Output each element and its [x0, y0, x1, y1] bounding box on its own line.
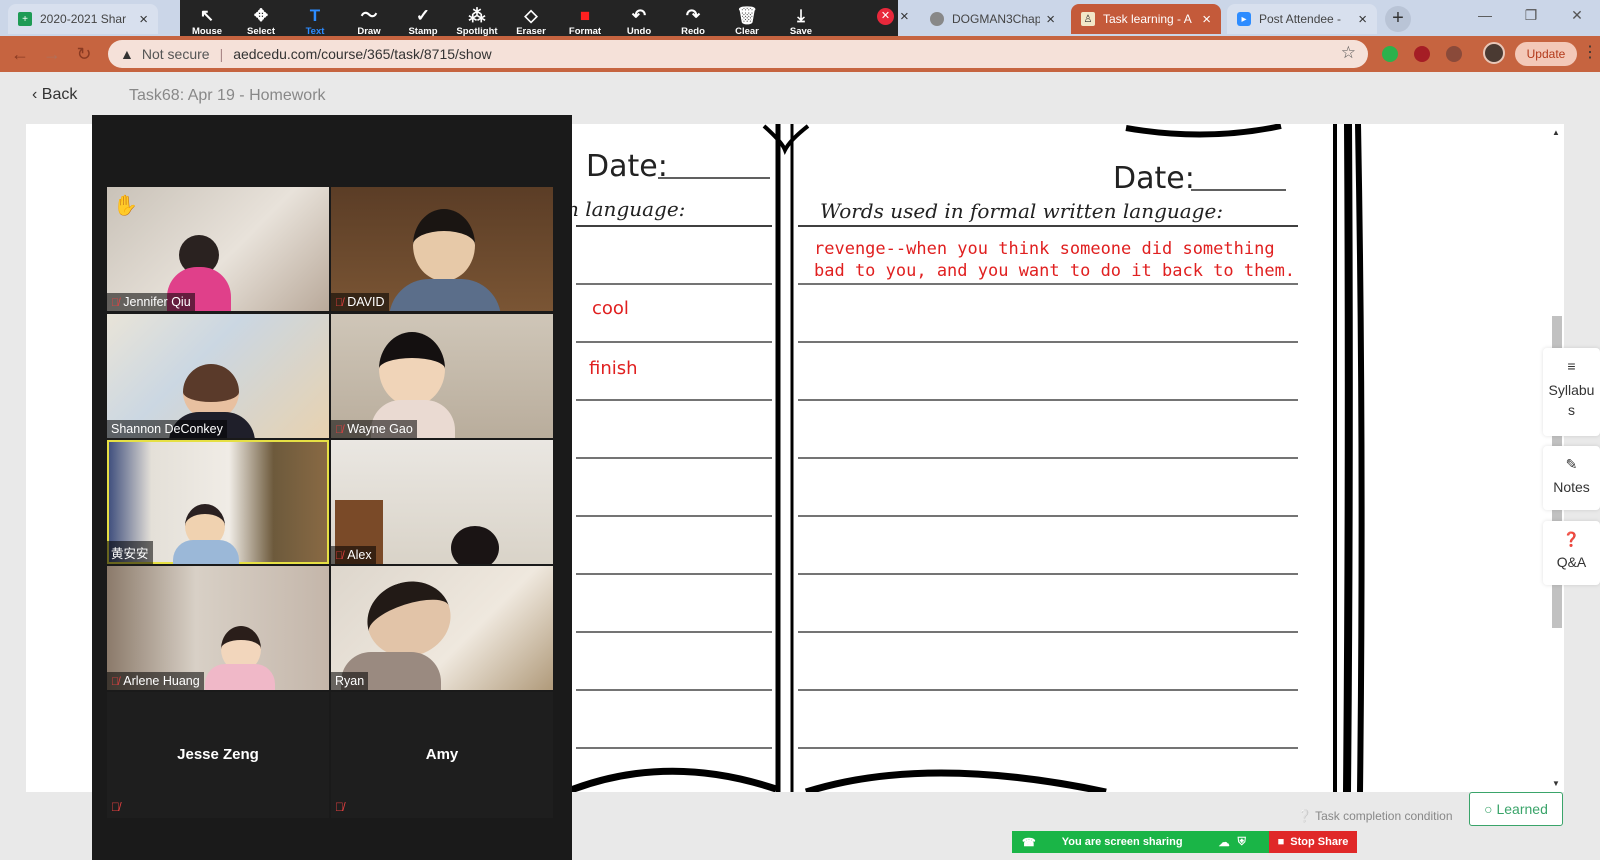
question-icon: ❓ — [1562, 531, 1581, 547]
close-icon[interactable]: × — [1358, 11, 1367, 28]
url-field[interactable]: ▲ Not secure | aedcedu.com/course/365/ta… — [108, 40, 1368, 68]
globe-icon — [930, 12, 944, 26]
video-tile[interactable]: ✋ 🎙̸ Jennifer Qiu — [107, 187, 329, 311]
learned-button[interactable]: ○ Learned — [1469, 792, 1563, 826]
save-icon: ⤓ — [797, 5, 805, 25]
move-icon: ✥ — [253, 5, 269, 25]
muted-mic-icon: 🎙̸ — [111, 676, 120, 688]
close-icon[interactable]: × — [1046, 11, 1055, 28]
video-tile[interactable]: Shannon DeConkey — [107, 314, 329, 438]
browser-tab-sheets[interactable]: + 2020-2021 Shar × — [8, 4, 158, 34]
muted-mic-icon: 🎙̸ — [335, 550, 344, 562]
chevron-left-icon: ‹ — [32, 86, 42, 103]
circle-icon: ○ — [1484, 801, 1497, 817]
worksheet-drawing: Date: n language: Date: Words used in fo… — [564, 124, 1365, 792]
zoom-gallery-view: ✋ 🎙̸ Jennifer Qiu 🎙̸ DAVID Shannon DeConke… — [92, 115, 572, 860]
raised-hand-icon: ✋ — [113, 195, 138, 217]
scroll-up-icon[interactable]: ▲ — [1548, 128, 1564, 137]
scroll-down-icon[interactable]: ▼ — [1548, 779, 1564, 788]
stop-share-button[interactable]: ■ Stop Share — [1269, 831, 1357, 853]
address-bar: ← → ↻ ▲ Not secure | aedcedu.com/course/… — [0, 36, 1600, 72]
task-completion-condition[interactable]: ❔ Task completion condition — [1297, 809, 1453, 823]
screen-share-banner: ☎ You are screen sharing ☁ ⛨ ■ Stop Shar… — [1012, 831, 1357, 853]
muted-mic-icon: 🎙̸ — [335, 800, 344, 814]
browser-tab-dogman[interactable]: DOGMAN3Chap × — [920, 4, 1065, 34]
muted-mic-icon: 🎙̸ — [335, 297, 344, 309]
worksheet: Date: n language: Date: Words used in fo… — [546, 124, 1396, 792]
close-icon[interactable]: × — [139, 11, 148, 28]
pencil-icon: ✎ — [1565, 456, 1578, 472]
video-tile[interactable]: 🎙̸ Alex — [331, 440, 553, 564]
right-entry-line-1: revenge--when you think someone did some… — [814, 239, 1275, 259]
new-tab-button[interactable]: + — [1385, 6, 1411, 32]
browser-tab-post-attendee[interactable]: ▸ Post Attendee - × — [1227, 4, 1377, 34]
right-column-header: Words used in formal written language: — [820, 199, 1223, 223]
video-tile-off[interactable]: Amy 🎙̸ — [331, 692, 553, 818]
video-tile[interactable]: 🎙̸ Wayne Gao — [331, 314, 553, 438]
back-arrow-icon[interactable]: ← — [8, 42, 32, 66]
format-swatch-icon: ■ — [579, 5, 591, 25]
left-entry-2: finish — [589, 358, 638, 379]
profile-avatar[interactable] — [1483, 42, 1505, 64]
video-tile[interactable]: 🎙̸ DAVID — [331, 187, 553, 311]
check-icon: ✓ — [415, 5, 431, 25]
undo-icon: ↶ — [631, 5, 647, 25]
breadcrumb: Task68: Apr 19 - Homework — [129, 87, 326, 104]
right-date-label: Date: — [1113, 161, 1195, 196]
url-text: aedcedu.com/course/365/task/8715/show — [233, 46, 492, 62]
wand-icon: ⁂ — [468, 5, 486, 25]
list-icon: ≡ — [1567, 358, 1576, 374]
redo-icon: ↷ — [685, 5, 701, 25]
video-tile-off[interactable]: Jesse Zeng 🎙̸ — [107, 692, 329, 818]
video-tile[interactable]: 🎙̸ Arlene Huang — [107, 566, 329, 690]
phone-icon: ☎ — [1022, 836, 1036, 849]
cursor-icon: ↖ — [199, 5, 215, 25]
menu-icon[interactable]: ⋮ — [1582, 42, 1598, 62]
left-date-label: Date: — [586, 149, 668, 184]
back-link[interactable]: ‹ Back — [32, 86, 77, 104]
stop-icon: ■ — [1277, 836, 1285, 848]
cloud-icon: ☁ — [1218, 836, 1230, 849]
minimize-button[interactable]: — — [1462, 0, 1508, 30]
update-button[interactable]: Update — [1515, 42, 1577, 66]
browser-tab-task-learning[interactable]: ♙ Task learning - A × — [1071, 4, 1221, 34]
text-icon: T — [309, 5, 321, 25]
window-close-button[interactable]: ✕ — [1554, 0, 1600, 30]
forward-arrow-icon[interactable]: → — [40, 42, 64, 66]
muted-mic-icon: 🎙̸ — [335, 424, 344, 436]
warning-icon: ▲ — [120, 46, 134, 62]
trash-icon: 🗑 — [736, 5, 758, 25]
left-column-header: n language: — [566, 197, 685, 221]
muted-mic-icon: 🎙̸ — [111, 800, 120, 814]
page-icon: ♙ — [1081, 12, 1095, 26]
video-tile[interactable]: 黄安安 — [107, 440, 329, 564]
notes-panel-button[interactable]: ✎ Notes — [1543, 446, 1600, 510]
squiggle-icon: 〜 — [360, 5, 378, 25]
security-label: Not secure — [141, 46, 210, 62]
reload-icon[interactable]: ↻ — [72, 42, 96, 66]
qa-panel-button[interactable]: ❓ Q&A — [1543, 521, 1600, 585]
eraser-icon: ◇ — [524, 5, 538, 25]
close-icon[interactable]: × — [1202, 11, 1211, 28]
star-icon[interactable]: ☆ — [1341, 43, 1356, 63]
ublock-icon[interactable] — [1414, 46, 1430, 62]
extension-icon[interactable] — [1382, 46, 1398, 62]
question-circle-icon: ❔ — [1297, 809, 1312, 823]
video-tile[interactable]: Ryan — [331, 566, 553, 690]
right-entry-line-2: bad to you, and you want to do it back t… — [814, 261, 1295, 281]
close-annotation-icon[interactable]: ✕ — [877, 8, 894, 25]
muted-mic-icon: 🎙̸ — [111, 297, 120, 309]
sheets-icon: + — [18, 12, 32, 26]
left-entry-1: cool — [592, 298, 629, 319]
syllabus-panel-button[interactable]: ≡ Syllabus — [1543, 348, 1600, 436]
restore-button[interactable]: ❐ — [1508, 0, 1554, 30]
close-icon[interactable]: × — [900, 8, 909, 25]
shield-icon: ⛨ — [1237, 835, 1246, 848]
puzzle-icon[interactable] — [1446, 46, 1462, 62]
zoom-icon: ▸ — [1237, 12, 1251, 26]
